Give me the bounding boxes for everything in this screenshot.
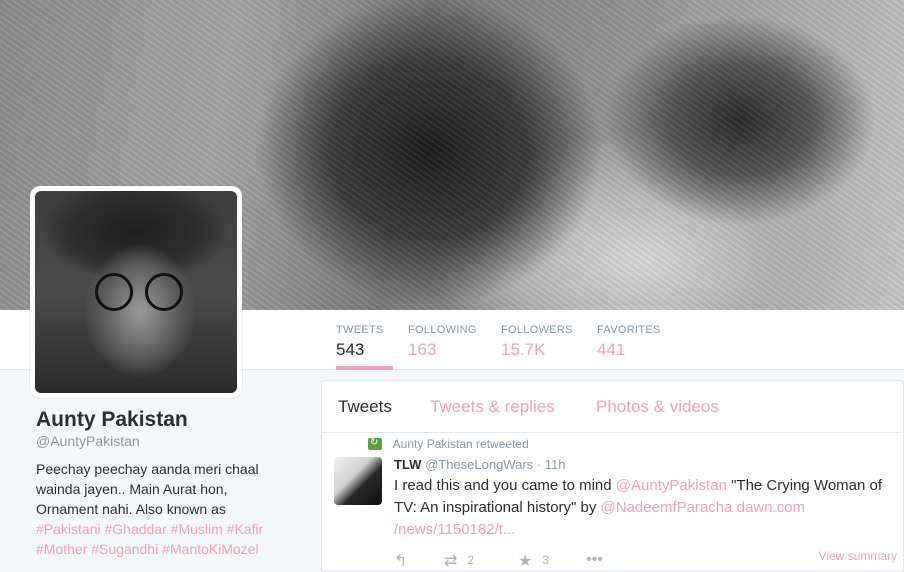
favorite-button[interactable]: ★ 3 xyxy=(518,551,549,571)
tweet-header: TLW @TheseLongWars · 11h xyxy=(394,457,565,472)
hashtag-link[interactable]: #Sugandhi xyxy=(91,541,158,557)
tweet-text: I read this and you came to mind @AuntyP… xyxy=(394,475,902,541)
profile-handle[interactable]: @AuntyPakistan xyxy=(36,433,140,449)
tweet-text-part: I read this and you came to mind xyxy=(394,477,616,494)
tweet-author-handle[interactable]: @TheseLongWars xyxy=(425,457,533,472)
view-summary-link[interactable]: View summary xyxy=(819,549,897,563)
bio-line: Ornament nahi. Also known as xyxy=(36,501,226,517)
tweet-author-name[interactable]: TLW xyxy=(394,457,421,472)
retweet-button[interactable]: ⇄ 2 xyxy=(444,551,474,571)
hashtag-link[interactable]: #MantoKiMozel xyxy=(162,541,259,557)
hashtag-link[interactable]: #Mother xyxy=(36,541,87,557)
tweet-author-avatar[interactable] xyxy=(334,457,382,505)
profile-avatar[interactable] xyxy=(30,186,242,398)
avatar-glasses-left xyxy=(95,273,133,311)
stat-followers-label: FOLLOWERS xyxy=(501,324,573,336)
bio-hashtags-line-2: #Mother #Sugandhi #MantoKiMozel xyxy=(36,539,286,559)
stat-tweets-label: TWEETS xyxy=(336,324,384,336)
mention-link[interactable]: @AuntyPakistan xyxy=(616,477,727,494)
tab-photos-videos[interactable]: Photos & videos xyxy=(596,397,719,417)
more-icon: ••• xyxy=(586,551,603,568)
stat-favorites[interactable]: FAVORITES 441 xyxy=(597,310,661,370)
profile-bio: Peechay peechay aanda meri chaal wainda … xyxy=(36,459,286,559)
hashtag-link[interactable]: #Muslim xyxy=(171,521,223,537)
stat-following-value: 163 xyxy=(408,340,437,359)
url-link[interactable]: /news/1150182/t... xyxy=(394,521,515,538)
bio-hashtags-line-1: #Pakistani #Ghaddar #Muslim #Kafir xyxy=(36,519,286,539)
stat-favorites-label: FAVORITES xyxy=(597,324,661,336)
mention-link[interactable]: @NadeemfParacha xyxy=(601,499,733,516)
retweeted-by-label: Aunty Pakistan retweeted xyxy=(392,437,529,451)
stat-favorites-value: 441 xyxy=(597,340,626,359)
hashtag-link[interactable]: #Pakistani xyxy=(36,521,101,537)
retweet-context[interactable]: Aunty Pakistan retweeted xyxy=(368,437,529,451)
retweet-count: 2 xyxy=(467,553,475,567)
reply-button[interactable]: ↰ xyxy=(394,551,417,571)
favorite-icon: ★ xyxy=(518,553,533,570)
timeline: Tweets Tweets & replies Photos & videos … xyxy=(321,380,904,572)
avatar-glasses-right xyxy=(145,273,183,311)
avatar-image xyxy=(35,191,237,393)
stat-followers-value: 15.7K xyxy=(501,340,546,359)
stat-following-label: FOLLOWING xyxy=(408,324,477,336)
url-link[interactable]: dawn.com xyxy=(737,499,805,516)
stat-following[interactable]: FOLLOWING 163 xyxy=(408,310,477,370)
tweet-timestamp[interactable]: · 11h xyxy=(537,457,566,472)
favorite-count: 3 xyxy=(542,553,550,567)
tab-tweets-replies[interactable]: Tweets & replies xyxy=(430,397,555,417)
retweet-icon: ⇄ xyxy=(444,553,458,570)
stat-tweets[interactable]: TWEETS 543 xyxy=(336,310,393,370)
bio-line: wainda jayen.. Main Aurat hon, xyxy=(36,481,228,497)
retweet-indicator-icon xyxy=(368,437,382,450)
tab-tweets[interactable]: Tweets xyxy=(338,397,392,417)
bio-line: Peechay peechay aanda meri chaal xyxy=(36,461,259,477)
more-button[interactable]: ••• xyxy=(586,551,613,569)
hashtag-link[interactable]: #Ghaddar xyxy=(104,521,166,537)
profile-name[interactable]: Aunty Pakistan xyxy=(36,408,188,432)
stat-tweets-value: 543 xyxy=(336,340,365,359)
stat-followers[interactable]: FOLLOWERS 15.7K xyxy=(501,310,573,370)
hashtag-link[interactable]: #Kafir xyxy=(227,521,264,537)
timeline-tabs: Tweets Tweets & replies Photos & videos xyxy=(322,381,903,433)
reply-icon: ↰ xyxy=(394,553,408,570)
